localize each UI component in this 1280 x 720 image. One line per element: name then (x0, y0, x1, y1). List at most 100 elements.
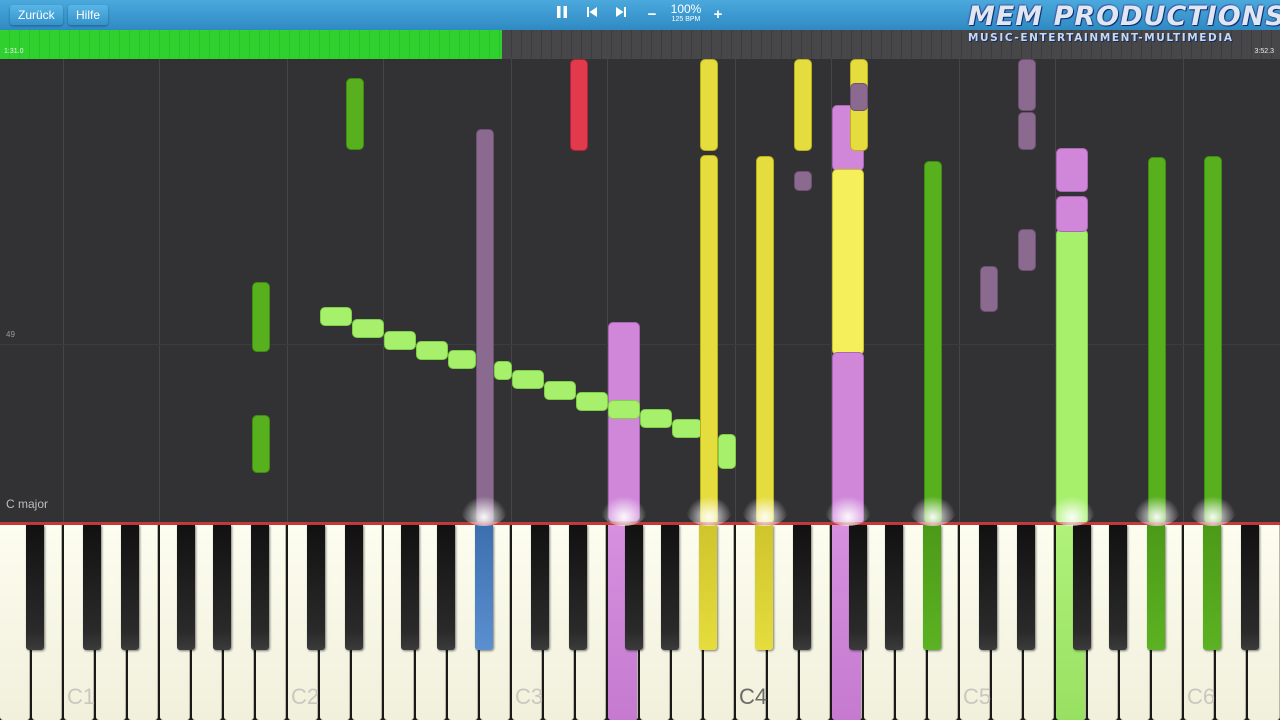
black-key-pressed[interactable] (923, 525, 941, 650)
black-key[interactable] (793, 525, 811, 650)
black-key[interactable] (345, 525, 363, 650)
octave-gridline (1183, 59, 1184, 522)
note-bar (576, 392, 608, 411)
note-bar (700, 155, 718, 522)
note-bar (346, 78, 364, 150)
note-bar (980, 266, 998, 312)
piano-keyboard: C1 C2 C3 C4 C5 C6 (0, 522, 1280, 720)
black-key[interactable] (213, 525, 231, 650)
note-bar (1204, 156, 1222, 522)
key-glow (686, 496, 732, 526)
octave-gridline (63, 59, 64, 522)
skip-forward-button[interactable] (609, 5, 633, 25)
skip-forward-icon (616, 7, 626, 17)
note-bar (608, 400, 640, 419)
tempo-bpm: 125 BPM (671, 16, 701, 23)
key-glow (1049, 496, 1095, 526)
channel-logo: MEM PRODUCTIONS MUSIC-ENTERTAINMENT-MULT… (968, 1, 1280, 46)
octave-label: C5 (963, 684, 992, 709)
logo-title: MEM PRODUCTIONS (968, 1, 1280, 32)
note-bar (794, 171, 812, 191)
black-key[interactable] (1241, 525, 1259, 650)
note-bar (850, 83, 868, 111)
octave-label: C3 (515, 684, 544, 709)
note-bar (416, 341, 448, 360)
speed-percent: 100% (670, 2, 702, 16)
octave-label: C4 (739, 684, 768, 709)
black-key[interactable] (401, 525, 419, 650)
pause-button[interactable] (550, 5, 574, 25)
pause-icon (557, 6, 567, 18)
note-bar (1056, 148, 1088, 192)
black-key[interactable] (1109, 525, 1127, 650)
note-bar (544, 381, 576, 400)
note-bar (476, 129, 494, 522)
black-key-pressed[interactable] (1147, 525, 1165, 650)
falling-notes-area (0, 59, 1280, 522)
black-key[interactable] (83, 525, 101, 650)
black-key[interactable] (849, 525, 867, 650)
note-bar (448, 350, 476, 369)
back-button[interactable]: Zurück (10, 5, 63, 25)
octave-gridline (287, 59, 288, 522)
black-key-pressed[interactable] (1203, 525, 1221, 650)
note-bar (512, 370, 544, 389)
key-glow (601, 496, 647, 526)
note-bar (832, 169, 864, 355)
black-key[interactable] (625, 525, 643, 650)
black-key-pressed[interactable] (699, 525, 717, 650)
black-key[interactable] (177, 525, 195, 650)
octave-label: C2 (291, 684, 320, 709)
note-bar (320, 307, 352, 326)
octave-gridline (959, 59, 960, 522)
octave-gridline (511, 59, 512, 522)
note-bar (352, 319, 384, 338)
black-key[interactable] (437, 525, 455, 650)
black-key-pressed[interactable] (755, 525, 773, 650)
note-bar (640, 409, 672, 428)
measure-number: 49 (6, 330, 15, 339)
note-bar (384, 331, 416, 350)
black-key[interactable] (569, 525, 587, 650)
speed-display: 100% 125 BPM (666, 3, 706, 24)
black-key[interactable] (251, 525, 269, 650)
black-key[interactable] (121, 525, 139, 650)
note-bar (756, 156, 774, 522)
black-key[interactable] (1073, 525, 1091, 650)
note-bar (1148, 157, 1166, 522)
key-glow (910, 496, 956, 526)
note-bar (924, 161, 942, 522)
black-key-pressed[interactable] (475, 525, 493, 650)
note-bar (700, 59, 718, 151)
help-button[interactable]: Hilfe (68, 5, 109, 25)
black-key[interactable] (26, 525, 44, 650)
octave-gridline (159, 59, 160, 522)
key-glow (825, 496, 871, 526)
note-bar (1056, 229, 1088, 522)
note-bar (1018, 59, 1036, 111)
total-time: 3:52.3 (1254, 48, 1274, 55)
note-bar (570, 59, 588, 151)
black-key[interactable] (531, 525, 549, 650)
faster-button[interactable]: + (706, 5, 730, 25)
skip-back-button[interactable] (580, 5, 604, 25)
note-bar (1018, 229, 1036, 271)
black-key[interactable] (979, 525, 997, 650)
key-signature: C major (6, 497, 49, 511)
black-key[interactable] (307, 525, 325, 650)
key-glow (1190, 496, 1236, 526)
elapsed-time: 1:31.0 (4, 48, 24, 55)
key-glow (461, 496, 507, 526)
black-key[interactable] (885, 525, 903, 650)
measure-line (0, 344, 1280, 345)
note-bar (1018, 112, 1036, 150)
logo-subtitle: MUSIC-ENTERTAINMENT-MULTIMEDIA (968, 32, 1234, 44)
note-bar (1056, 196, 1088, 232)
octave-gridline (383, 59, 384, 522)
black-key[interactable] (1017, 525, 1035, 650)
slower-button[interactable]: − (640, 5, 664, 25)
skip-back-icon (587, 7, 597, 17)
note-bar (494, 361, 512, 380)
note-bar (718, 434, 736, 469)
black-key[interactable] (661, 525, 679, 650)
